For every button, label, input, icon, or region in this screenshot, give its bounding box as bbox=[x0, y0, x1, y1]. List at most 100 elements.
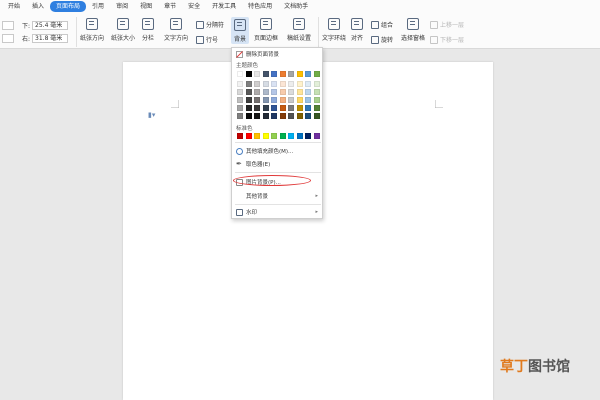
tab-security[interactable]: 安全 bbox=[182, 1, 206, 12]
theme-color-swatch[interactable] bbox=[271, 89, 277, 95]
standard-color-swatch[interactable] bbox=[296, 133, 303, 139]
theme-color-swatch[interactable] bbox=[296, 89, 303, 95]
move-up-button[interactable]: 上移一层 bbox=[430, 20, 464, 29]
tab-view[interactable]: 视图 bbox=[134, 1, 158, 12]
theme-color-swatch[interactable] bbox=[262, 105, 269, 111]
theme-color-swatch[interactable] bbox=[237, 97, 243, 103]
theme-color-swatch[interactable] bbox=[262, 97, 269, 103]
theme-color-swatch[interactable] bbox=[279, 89, 286, 95]
theme-color-swatch[interactable] bbox=[245, 81, 252, 87]
theme-color-swatch[interactable] bbox=[271, 71, 277, 77]
theme-color-swatch[interactable] bbox=[279, 105, 286, 111]
move-down-button[interactable]: 下移一层 bbox=[430, 35, 464, 44]
orientation-button[interactable]: 纸张方向 bbox=[80, 18, 104, 42]
theme-color-swatch[interactable] bbox=[288, 105, 294, 111]
theme-color-swatch[interactable] bbox=[296, 105, 303, 111]
standard-color-swatch[interactable] bbox=[254, 133, 260, 139]
theme-color-swatch[interactable] bbox=[245, 105, 252, 111]
margin-bottom-input[interactable]: 25.4 毫米 bbox=[32, 21, 69, 30]
other-background-item[interactable]: 其他背景 ▸ bbox=[232, 191, 322, 201]
tab-home[interactable]: 开始 bbox=[2, 1, 26, 12]
page-border-button[interactable]: 页面边框 bbox=[254, 18, 278, 42]
tab-doc-assistant[interactable]: 文档助手 bbox=[278, 1, 314, 12]
theme-color-swatch[interactable] bbox=[245, 89, 252, 95]
theme-color-swatch[interactable] bbox=[305, 81, 311, 87]
tab-references[interactable]: 引用 bbox=[86, 1, 110, 12]
theme-color-swatch[interactable] bbox=[279, 97, 286, 103]
theme-color-swatch[interactable] bbox=[245, 97, 252, 103]
standard-color-swatch[interactable] bbox=[305, 133, 311, 139]
theme-color-swatch[interactable] bbox=[262, 113, 269, 119]
theme-color-swatch[interactable] bbox=[305, 89, 311, 95]
more-fill-colors-item[interactable]: 其他填充颜色(M)... bbox=[232, 146, 322, 156]
theme-color-swatch[interactable] bbox=[237, 113, 243, 119]
selection-pane-button[interactable]: 选择窗格 bbox=[401, 18, 425, 42]
theme-color-swatch[interactable] bbox=[245, 71, 252, 77]
standard-color-swatch[interactable] bbox=[237, 133, 243, 139]
tab-special-apps[interactable]: 特色应用 bbox=[242, 1, 278, 12]
paper-settings-button[interactable]: 稿纸设置 bbox=[287, 18, 311, 42]
theme-color-swatch[interactable] bbox=[313, 89, 320, 95]
theme-color-swatch[interactable] bbox=[245, 113, 252, 119]
line-numbers-button[interactable]: 行号 bbox=[196, 35, 218, 44]
eyedropper-item[interactable]: ✒ 取色器(E) bbox=[232, 159, 322, 169]
standard-color-swatch[interactable] bbox=[313, 133, 320, 139]
theme-color-swatch[interactable] bbox=[313, 71, 320, 77]
theme-color-swatch[interactable] bbox=[254, 81, 260, 87]
theme-color-swatch[interactable] bbox=[271, 97, 277, 103]
theme-color-swatch[interactable] bbox=[288, 97, 294, 103]
paragraph-layout-icon[interactable]: ▮▾ bbox=[148, 111, 155, 119]
rotate-button[interactable]: 旋转 bbox=[371, 35, 393, 44]
tab-developer[interactable]: 开发工具 bbox=[206, 1, 242, 12]
align-button[interactable]: 对齐 bbox=[351, 18, 363, 42]
background-button[interactable]: 背景 bbox=[231, 17, 250, 44]
tab-sections[interactable]: 章节 bbox=[158, 1, 182, 12]
theme-color-swatch[interactable] bbox=[254, 113, 260, 119]
theme-color-swatch[interactable] bbox=[237, 105, 243, 111]
standard-color-swatch[interactable] bbox=[288, 133, 294, 139]
theme-color-swatch[interactable] bbox=[279, 81, 286, 87]
theme-color-swatch[interactable] bbox=[288, 81, 294, 87]
tab-review[interactable]: 审阅 bbox=[110, 1, 134, 12]
theme-color-swatch[interactable] bbox=[254, 105, 260, 111]
text-direction-button[interactable]: 文字方向 bbox=[164, 18, 188, 42]
theme-color-swatch[interactable] bbox=[305, 71, 311, 77]
theme-color-swatch[interactable] bbox=[288, 89, 294, 95]
theme-color-swatch[interactable] bbox=[254, 97, 260, 103]
theme-color-swatch[interactable] bbox=[271, 105, 277, 111]
theme-color-swatch[interactable] bbox=[313, 81, 320, 87]
theme-color-swatch[interactable] bbox=[296, 113, 303, 119]
theme-color-swatch[interactable] bbox=[296, 81, 303, 87]
theme-color-swatch[interactable] bbox=[305, 97, 311, 103]
theme-color-swatch[interactable] bbox=[254, 89, 260, 95]
theme-color-swatch[interactable] bbox=[288, 113, 294, 119]
theme-color-swatch[interactable] bbox=[279, 71, 286, 77]
theme-color-swatch[interactable] bbox=[296, 71, 303, 77]
theme-color-swatch[interactable] bbox=[237, 81, 243, 87]
theme-color-swatch[interactable] bbox=[288, 71, 294, 77]
margin-top-input[interactable] bbox=[2, 21, 14, 30]
margin-left-input[interactable] bbox=[2, 34, 14, 43]
standard-color-swatch[interactable] bbox=[279, 133, 286, 139]
theme-color-swatch[interactable] bbox=[305, 105, 311, 111]
paper-size-button[interactable]: 纸张大小 bbox=[111, 18, 135, 42]
theme-color-swatch[interactable] bbox=[313, 105, 320, 111]
standard-color-swatch[interactable] bbox=[262, 133, 269, 139]
theme-color-swatch[interactable] bbox=[271, 113, 277, 119]
margin-right-input[interactable]: 31.8 毫米 bbox=[32, 34, 69, 43]
theme-color-swatch[interactable] bbox=[305, 113, 311, 119]
theme-color-swatch[interactable] bbox=[262, 71, 269, 77]
theme-color-swatch[interactable] bbox=[313, 97, 320, 103]
theme-color-swatch[interactable] bbox=[254, 71, 260, 77]
watermark-item[interactable]: 水印 ▸ bbox=[232, 207, 322, 217]
theme-color-swatch[interactable] bbox=[237, 89, 243, 95]
tab-insert[interactable]: 插入 bbox=[26, 1, 50, 12]
theme-color-swatch[interactable] bbox=[279, 113, 286, 119]
theme-color-swatch[interactable] bbox=[296, 97, 303, 103]
columns-button[interactable]: 分栏 bbox=[142, 18, 154, 42]
breaks-button[interactable]: 分隔符 bbox=[196, 20, 224, 29]
remove-page-background-item[interactable]: 删除页面背景 bbox=[232, 49, 322, 59]
theme-color-swatch[interactable] bbox=[262, 81, 269, 87]
tab-page-layout[interactable]: 页面布局 bbox=[50, 1, 87, 12]
theme-color-swatch[interactable] bbox=[262, 89, 269, 95]
